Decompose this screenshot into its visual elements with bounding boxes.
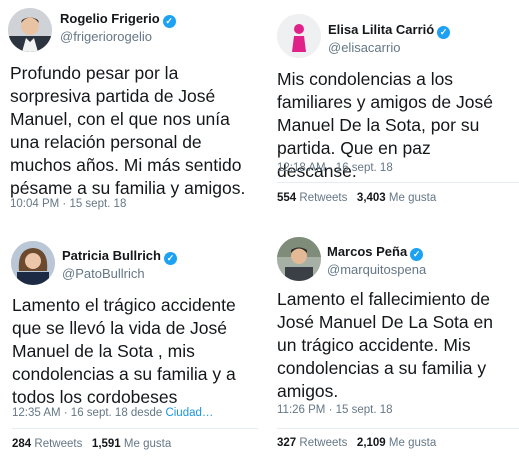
avatar[interactable] xyxy=(277,14,321,58)
likes-label[interactable]: Me gusta xyxy=(389,437,436,449)
likes-label[interactable]: Me gusta xyxy=(389,192,436,204)
avatar[interactable] xyxy=(8,8,52,52)
tweet-timestamp[interactable]: 11:26 PM · 15 sept. 18 xyxy=(277,404,393,416)
like-count[interactable]: 2,109 xyxy=(357,437,386,449)
tweet-timestamp[interactable]: 12:35 AM · 16 sept. 18 desde Ciudad… xyxy=(12,407,213,419)
tweet-stats: 284 Retweets 1,591 Me gusta xyxy=(12,438,171,450)
verified-icon: ✓ xyxy=(437,26,451,39)
tweet-bullrich: Patricia Bullrich ✓ @PatoBullrich Lamento… xyxy=(0,232,258,457)
avatar[interactable] xyxy=(277,237,321,281)
tweet-text: Lamento el trágico accidente que se llev… xyxy=(12,295,236,407)
user-handle[interactable]: @frigeriorogelio xyxy=(60,29,152,44)
user-handle[interactable]: @elisacarrio xyxy=(328,40,400,55)
user-name[interactable]: Patricia Bullrich ✓ xyxy=(62,248,177,265)
divider xyxy=(277,182,519,183)
avatar[interactable] xyxy=(11,241,55,285)
tweet-stats: 327 Retweets 2,109 Me gusta xyxy=(277,437,436,449)
tweet-pena: Marcos Peña ✓ @marquitospena Lamento el f… xyxy=(268,232,519,457)
likes-label[interactable]: Me gusta xyxy=(124,438,171,450)
tweet-carrio: Elisa Lilita Carrió ✓ @elisacarrio Mis co… xyxy=(268,0,519,230)
user-name[interactable]: Rogelio Frigerio ✓ xyxy=(60,11,176,28)
retweets-label[interactable]: Retweets xyxy=(299,192,347,204)
source-link[interactable]: Ciudad… xyxy=(165,407,213,419)
user-name[interactable]: Elisa Lilita Carrió ✓ xyxy=(328,22,451,39)
tweet-text: Profundo pesar por la sorpresiva partida… xyxy=(10,63,246,198)
divider xyxy=(12,428,258,429)
retweets-label[interactable]: Retweets xyxy=(299,437,347,449)
like-count[interactable]: 3,403 xyxy=(357,192,386,204)
like-count[interactable]: 1,591 xyxy=(92,438,121,450)
retweet-count[interactable]: 327 xyxy=(277,437,296,449)
tweet-timestamp[interactable]: 12:18 AM · 16 sept. 18 xyxy=(277,162,393,174)
verified-icon: ✓ xyxy=(162,15,176,28)
verified-icon: ✓ xyxy=(163,252,177,265)
user-name[interactable]: Marcos Peña ✓ xyxy=(327,244,424,261)
tweet-timestamp[interactable]: 10:04 PM · 15 sept. 18 xyxy=(10,198,126,210)
tweet-stats: 554 Retweets 3,403 Me gusta xyxy=(277,192,436,204)
retweet-count[interactable]: 554 xyxy=(277,192,296,204)
tweet-frigerio: Rogelio Frigerio ✓ @frigeriorogelio Profu… xyxy=(0,0,258,230)
user-handle[interactable]: @marquitospena xyxy=(327,262,426,277)
retweet-count[interactable]: 284 xyxy=(12,438,31,450)
verified-icon: ✓ xyxy=(410,248,424,261)
retweets-label[interactable]: Retweets xyxy=(34,438,82,450)
user-handle[interactable]: @PatoBullrich xyxy=(62,266,145,281)
divider xyxy=(277,428,519,429)
tweet-text: Lamento el fallecimiento de José Manuel … xyxy=(277,289,493,401)
